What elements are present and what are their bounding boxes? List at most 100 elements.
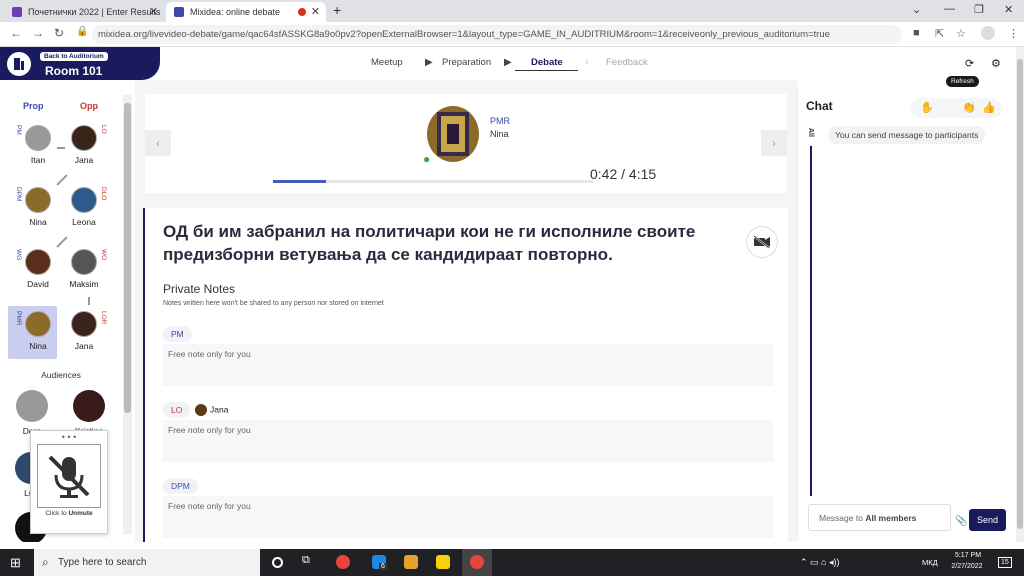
clock-time[interactable]: 5:17 PM [950, 552, 986, 559]
private-notes-title: Private Notes [163, 282, 236, 296]
browser-tab-results[interactable]: Почетнички 2022 | Enter Results ✕ [4, 2, 164, 22]
reload-icon[interactable]: ↻ [54, 26, 64, 40]
role-wo: WO [100, 249, 107, 261]
windows-taskbar: ⊞ ⌕ Type here to search ⧉ 6 ⌃ ▭ ⌂ ◂)) МКД… [0, 549, 1024, 576]
sticky-notes-icon[interactable] [436, 555, 450, 569]
current-speaker-avatar [427, 106, 479, 162]
refresh-icon[interactable]: ⟳ [965, 57, 974, 70]
browser-tab-mixidea[interactable]: Mixidea: online debate ✕ [166, 2, 326, 22]
gear-icon[interactable]: ⚙ [991, 57, 1001, 70]
avatar [71, 249, 97, 275]
note-field-pm[interactable]: Free note only for you [163, 344, 773, 386]
room-name: Room 101 [45, 64, 103, 78]
clock-date[interactable]: 2/27/2022 [944, 563, 990, 570]
scrollbar-thumb[interactable] [124, 103, 131, 413]
debate-main: ‹ ● PMR Nina 0:42 / 4:15 › ОД би им забр… [135, 80, 797, 542]
menu-dots-icon[interactable]: ⋮ [1008, 27, 1019, 40]
lock-icon[interactable]: 🔒 [76, 26, 88, 37]
attachment-icon[interactable]: 📎 [955, 516, 967, 527]
speaker-panel: Prop Opp PM Itan Jana LO DPM Nina Leona … [0, 90, 135, 542]
motion-text: ОД би им забранил на политичари кои не г… [163, 222, 696, 264]
notification-count[interactable]: 15 [998, 557, 1012, 568]
role-dlo: DLO [100, 187, 107, 201]
app-icon[interactable] [404, 555, 418, 569]
audiences-label: Audiences [41, 370, 81, 380]
chevron-right-icon: ▶ [425, 57, 433, 68]
step-preparation[interactable]: Preparation [442, 57, 491, 68]
camera-icon[interactable]: ■ [913, 27, 920, 39]
page-scrollbar[interactable] [1016, 47, 1024, 542]
address-bar-row: ← → ↻ 🔒 mixidea.org/livevideo-debate/gam… [0, 22, 1024, 47]
close-tab-icon[interactable]: ✕ [149, 2, 158, 22]
step-meetup[interactable]: Meetup [371, 57, 403, 68]
muted-mic-icon[interactable] [37, 444, 101, 508]
note-field-dpm[interactable]: Free note only for you [163, 496, 773, 538]
forward-arrow-icon[interactable]: → [32, 26, 44, 40]
app-badge: 6 [379, 563, 387, 570]
chat-tabs: ✋ 👏 👍 [910, 98, 1002, 118]
minimize-button[interactable]: — [944, 3, 955, 15]
back-arrow-icon[interactable]: ← [10, 26, 22, 40]
back-to-auditorium-button[interactable]: Back to Auditorium [40, 52, 108, 61]
room-badge: Back to Auditorium Room 101 [0, 47, 160, 80]
camera-off-button[interactable] [746, 226, 778, 258]
url-field[interactable]: mixidea.org/livevideo-debate/game/qac64s… [92, 25, 902, 44]
private-notes-subtitle: Notes written here won't be shared to an… [163, 300, 384, 307]
chat-system-message: You can send message to participants [828, 126, 986, 144]
maximize-button[interactable]: ❐ [974, 3, 984, 16]
profile-avatar[interactable] [981, 26, 995, 40]
current-speaker-role: PMR [490, 116, 510, 126]
speaker-prop-3[interactable]: David [13, 249, 63, 289]
chrome-icon[interactable] [470, 555, 484, 569]
speaker-name: Itan [30, 155, 46, 165]
clap-icon[interactable]: 👏 [962, 101, 976, 114]
motion-card: ОД би им забранил на политичари кои не г… [143, 208, 788, 542]
taskbar-search[interactable]: ⌕ Type here to search [34, 549, 260, 576]
chevron-right-icon: ▶ [504, 57, 512, 68]
close-tab-icon[interactable]: ✕ [311, 2, 320, 22]
step-feedback[interactable]: Feedback [606, 57, 648, 68]
scrollbar-thumb[interactable] [1017, 59, 1023, 529]
close-window-button[interactable]: ✕ [1004, 3, 1013, 16]
camera-off-icon [753, 235, 770, 249]
site-favicon-icon [12, 7, 22, 17]
note-tag-dpm: DPM [163, 478, 198, 494]
task-view-icon[interactable]: ⧉ [302, 554, 316, 568]
next-speaker-button[interactable]: › [761, 130, 787, 156]
new-tab-button[interactable]: + [333, 2, 341, 18]
tray-icons[interactable]: ⌃ ▭ ⌂ ◂)) [800, 557, 840, 568]
input-language[interactable]: МКД [922, 558, 938, 567]
speaker-name: Leona [72, 217, 96, 227]
opp-label: Opp [80, 101, 98, 111]
hand-wave-icon[interactable]: ✋ [920, 101, 934, 114]
prev-speaker-button[interactable]: ‹ [145, 130, 171, 156]
unmute-prefix: Click to [45, 510, 67, 517]
note-field-lo[interactable]: Free note only for you [163, 420, 773, 462]
speech-progress-bar [273, 180, 593, 183]
search-icon: ⌕ [42, 555, 49, 569]
windows-start-icon[interactable]: ⊞ [10, 555, 21, 571]
left-scrollbar[interactable] [123, 95, 132, 535]
tab-search-icon[interactable]: ⌄ [912, 3, 921, 16]
speaker-prop-1[interactable]: Itan [13, 125, 63, 165]
connector [56, 236, 68, 248]
unmute-popup[interactable]: • • • Click to Unmute [30, 430, 108, 534]
more-dots-icon[interactable]: • • • [31, 432, 107, 442]
share-icon[interactable]: ⇱ [935, 27, 944, 40]
send-button[interactable]: Send [969, 509, 1006, 531]
thumbs-up-icon[interactable]: 👍 [982, 101, 996, 114]
cortana-icon[interactable] [272, 557, 283, 568]
avatar [71, 311, 97, 337]
chat-channel-line [810, 146, 812, 496]
step-debate[interactable]: Debate [531, 57, 563, 68]
speaker-prop-4[interactable]: Nina [13, 311, 63, 351]
speaker-prop-2[interactable]: Nina [13, 187, 63, 227]
chat-input[interactable]: Message to All members [808, 504, 951, 531]
mini-avatar [195, 404, 207, 416]
avatar [25, 311, 51, 337]
chat-channel-all[interactable]: All [807, 128, 814, 137]
recording-icon [298, 8, 306, 16]
bookmark-star-icon[interactable]: ☆ [956, 27, 966, 40]
chat-input-prefix: Message to [819, 513, 863, 523]
chrome-icon[interactable] [336, 555, 350, 569]
